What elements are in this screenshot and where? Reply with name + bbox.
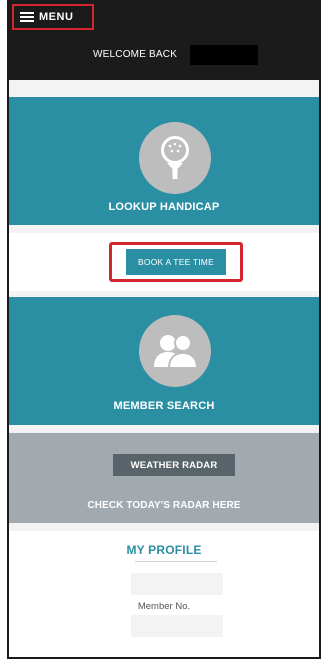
my-profile-panel: MY PROFILE Member No. <box>9 531 319 657</box>
member-search-tile[interactable]: MEMBER SEARCH <box>9 297 319 425</box>
member-number-value <box>131 615 223 637</box>
profile-photo-placeholder <box>131 573 223 595</box>
menu-label: MENU <box>39 11 74 23</box>
weather-radar-tile: WEATHER RADAR CHECK TODAY'S RADAR HERE <box>9 433 319 523</box>
lookup-handicap-label: LOOKUP HANDICAP <box>108 201 220 213</box>
redacted-member-name <box>190 45 258 65</box>
tee-time-highlight: BOOK A TEE TIME <box>109 242 243 282</box>
hamburger-icon <box>20 12 34 22</box>
top-bar: MENU <box>9 0 319 36</box>
my-profile-title[interactable]: MY PROFILE <box>9 543 319 557</box>
member-number-label: Member No. <box>137 601 191 612</box>
people-icon <box>139 315 211 387</box>
lookup-handicap-tile[interactable]: LOOKUP HANDICAP <box>9 97 319 225</box>
profile-divider <box>135 561 217 562</box>
golf-ball-on-tee-icon <box>139 122 211 194</box>
phone-frame: MENU WELCOME BACK LOOKUP HANDICAP BOOK A… <box>7 0 321 659</box>
weather-radar-button[interactable]: WEATHER RADAR <box>113 454 235 476</box>
book-tee-time-button[interactable]: BOOK A TEE TIME <box>126 249 226 275</box>
welcome-text: WELCOME BACK <box>93 49 178 60</box>
weather-radar-subtitle[interactable]: CHECK TODAY'S RADAR HERE <box>9 500 319 511</box>
member-search-label: MEMBER SEARCH <box>113 400 215 412</box>
welcome-bar: WELCOME BACK <box>9 36 319 80</box>
menu-button[interactable]: MENU <box>12 4 94 30</box>
